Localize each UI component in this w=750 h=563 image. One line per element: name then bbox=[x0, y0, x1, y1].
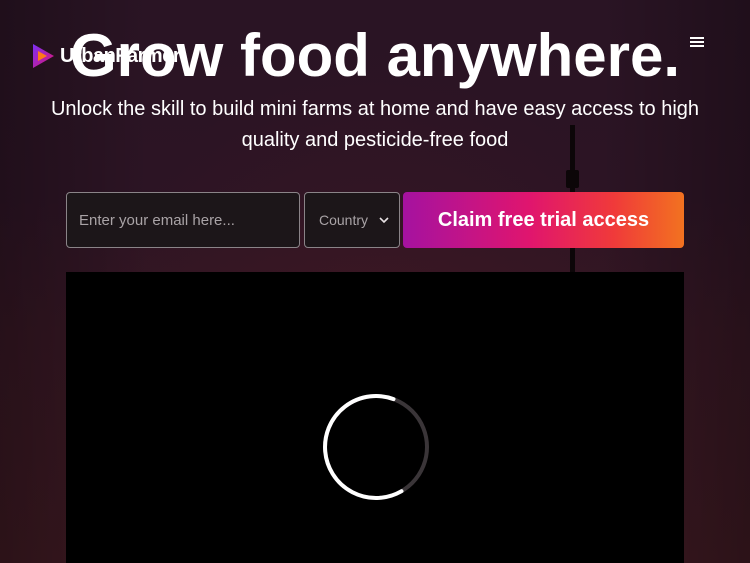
email-input[interactable] bbox=[66, 192, 300, 248]
country-select[interactable]: Country bbox=[304, 192, 400, 248]
claim-trial-button[interactable]: Claim free trial access bbox=[403, 192, 684, 248]
spinner-icon bbox=[323, 394, 429, 500]
play-triangle-logo-icon bbox=[33, 44, 54, 68]
hero-subtitle: Unlock the skill to build mini farms at … bbox=[50, 98, 700, 151]
chevron-down-icon bbox=[379, 217, 389, 224]
hamburger-menu-icon[interactable] bbox=[690, 34, 708, 50]
video-player[interactable] bbox=[66, 272, 684, 563]
brand-name: UrbanFarmer bbox=[60, 44, 181, 67]
background-tower-pod bbox=[566, 170, 579, 188]
brand-logo[interactable]: UrbanFarmer bbox=[30, 42, 181, 70]
country-select-value: Country bbox=[319, 212, 369, 228]
